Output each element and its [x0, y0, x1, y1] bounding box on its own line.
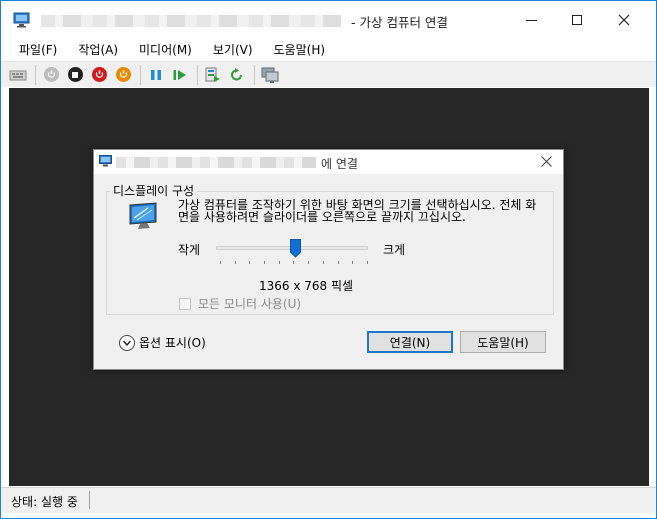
dialog-close-button[interactable]: [541, 153, 552, 171]
toolbar-separator: [140, 64, 141, 85]
chevron-down-icon: [119, 334, 135, 351]
slider-tick: [366, 261, 368, 264]
toolbar-separator: [197, 64, 198, 85]
slider-tick: [234, 261, 236, 264]
shut-down-icon[interactable]: [90, 66, 108, 84]
redacted-vm-name: [41, 15, 341, 27]
display-config-label: 디스플레이 구성: [110, 182, 198, 199]
menu-bar: 파일(F) 작업(A) 미디어(M) 보기(V) 도움말(H): [1, 39, 656, 59]
title-bar[interactable]: - 가상 컴퓨터 연결: [1, 1, 656, 39]
maximize-icon: [572, 15, 582, 25]
redacted-vm-name: [116, 157, 316, 168]
toolbar: [1, 61, 656, 87]
ctrl-alt-del-icon[interactable]: [9, 66, 27, 84]
slider-tick: [337, 261, 339, 264]
enhanced-session-icon[interactable]: [261, 66, 279, 84]
slider-tick: [249, 261, 251, 264]
resolution-readout: 1366 x 768 픽셀: [259, 279, 354, 293]
toolbar-separator: [254, 64, 255, 85]
save-icon[interactable]: [114, 66, 132, 84]
dialog-title: 에 연결: [321, 157, 358, 171]
show-options-label: 옵션 표시(O): [139, 336, 206, 350]
description-text: 가상 컴퓨터를 조작하기 위한 바탕 화면의 크기를 선택하십시오. 전체 화면…: [178, 198, 537, 224]
multi-monitor-label: 모든 모니터 사용(U): [198, 297, 302, 311]
toolbar-separator: [35, 64, 36, 85]
slider-tick: [293, 261, 295, 264]
status-separator: [89, 491, 90, 509]
minimize-icon: [525, 19, 537, 21]
menu-media[interactable]: 미디어(M): [139, 41, 192, 58]
close-icon: [618, 14, 630, 26]
multi-monitor-option[interactable]: 모든 모니터 사용(U): [179, 295, 301, 312]
slider-large-label: 크게: [383, 243, 406, 257]
slider-tick: [220, 261, 221, 264]
slider-tick: [352, 261, 354, 264]
slider-tick: [308, 261, 310, 264]
start-icon[interactable]: [42, 66, 60, 84]
connect-button-label: 연결(N): [389, 335, 431, 350]
status-text: 상태: 실행 중: [11, 495, 78, 509]
slider-ticks: [220, 261, 368, 265]
vm-connect-dialog-icon: [99, 155, 113, 167]
maximize-button[interactable]: [554, 1, 600, 39]
multi-monitor-checkbox[interactable]: [179, 297, 191, 310]
dialog-title-bar[interactable]: 에 연결: [94, 150, 563, 174]
slider-tick: [278, 261, 280, 264]
slider-tick: [264, 261, 266, 264]
close-icon: [541, 156, 552, 167]
menu-help[interactable]: 도움말(H): [274, 41, 326, 58]
menu-view[interactable]: 보기(V): [213, 41, 253, 58]
slider-tick: [322, 261, 324, 264]
slider-small-label: 작게: [178, 243, 201, 257]
pause-icon[interactable]: [147, 66, 165, 84]
connect-dialog: 에 연결 디스플레이 구성 가상 컴퓨터를 조작하기 위한 바탕 화면의 크기를…: [93, 149, 564, 370]
resume-icon[interactable]: [171, 66, 189, 84]
minimize-button[interactable]: [508, 1, 554, 39]
help-button[interactable]: 도움말(H): [460, 331, 546, 353]
checkpoint-icon[interactable]: [204, 66, 222, 84]
resolution-slider-thumb[interactable]: [290, 239, 302, 258]
revert-icon[interactable]: [228, 66, 246, 84]
menu-action[interactable]: 작업(A): [78, 41, 118, 58]
monitor-icon: [128, 202, 160, 232]
vm-connect-app-icon: [13, 12, 31, 28]
window-title: - 가상 컴퓨터 연결: [351, 15, 448, 30]
show-options-toggle[interactable]: 옵션 표시(O): [119, 334, 206, 351]
help-button-label: 도움말(H): [477, 335, 529, 350]
menu-file[interactable]: 파일(F): [19, 41, 57, 58]
close-button[interactable]: [601, 1, 647, 39]
turn-off-icon[interactable]: [66, 66, 84, 84]
connect-button[interactable]: 연결(N): [367, 331, 453, 353]
status-bar: 상태: 실행 중: [1, 487, 656, 513]
